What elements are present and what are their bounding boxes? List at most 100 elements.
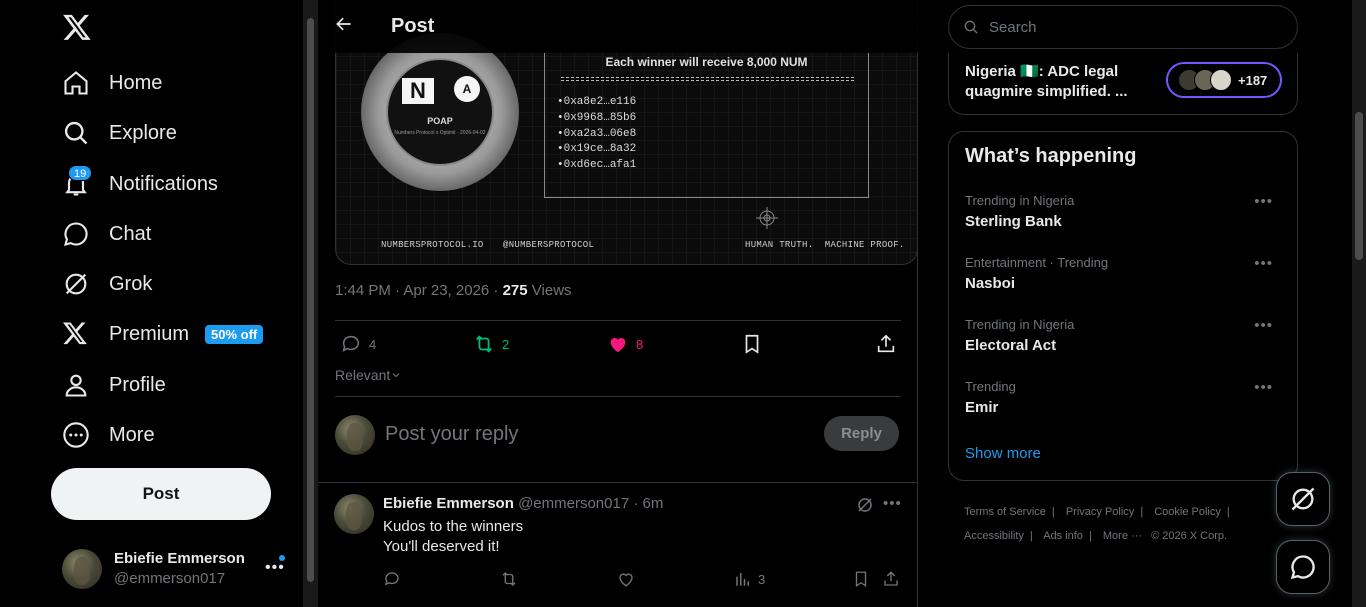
scrollbar[interactable] bbox=[303, 0, 318, 607]
home-icon bbox=[62, 69, 90, 97]
premium-promo-badge: 50% off bbox=[205, 324, 264, 344]
nav-premium[interactable]: Premium 50% off bbox=[62, 314, 264, 354]
reply-sort-dropdown[interactable]: Relevant bbox=[335, 367, 402, 383]
nav-home[interactable]: Home bbox=[62, 63, 162, 103]
list-item: 0xa8e2…e116 bbox=[557, 95, 637, 111]
crosshair-icon bbox=[756, 207, 778, 229]
repost-count: 2 bbox=[502, 336, 510, 352]
back-arrow-icon[interactable] bbox=[334, 14, 358, 38]
repost-action-button[interactable]: 2 bbox=[473, 333, 509, 355]
chat-icon bbox=[1290, 555, 1315, 580]
post-timestamp[interactable]: 1:44 PM · Apr 23, 2026 · bbox=[335, 282, 503, 299]
bookmark-icon bbox=[855, 571, 867, 588]
footer-accessibility-link[interactable]: Accessibility bbox=[964, 530, 1024, 542]
optimit-logo: A bbox=[454, 76, 480, 102]
share-action-button[interactable] bbox=[875, 333, 897, 355]
avatar[interactable] bbox=[334, 494, 374, 534]
reply-views-count: 3 bbox=[758, 571, 766, 587]
reply-count: 4 bbox=[369, 336, 377, 352]
account-switcher[interactable]: Ebiefie Emmerson @emmerson017 ••• bbox=[62, 547, 292, 591]
page-title: Post bbox=[391, 15, 435, 37]
reply-like-button[interactable] bbox=[617, 570, 635, 588]
share-icon bbox=[877, 334, 895, 353]
show-more-link[interactable]: Show more bbox=[965, 445, 1041, 462]
more-icon[interactable]: ••• bbox=[1254, 317, 1273, 334]
nav-notifications-label: Notifications bbox=[109, 172, 218, 195]
reply-views-button[interactable]: 3 bbox=[734, 570, 765, 588]
footer-cookie-link[interactable]: Cookie Policy bbox=[1154, 506, 1221, 518]
divider bbox=[561, 77, 854, 81]
nav-more-label: More bbox=[109, 423, 155, 446]
search-icon bbox=[964, 20, 978, 34]
live-space-card[interactable]: Nigeria 🇳🇬: ADC legal quagmire simplifie… bbox=[948, 53, 1298, 115]
footer-more-link[interactable]: More ··· bbox=[1103, 530, 1142, 542]
reply-author-handle-time[interactable]: @emmerson017 · 6m bbox=[518, 495, 663, 512]
nav-grok[interactable]: Grok bbox=[62, 264, 152, 304]
reply-tweet[interactable]: Ebiefie Emmerson @emmerson017 · 6m ••• K… bbox=[318, 482, 918, 607]
main-column: N A POAP Numbers Protocol x Optimit · 20… bbox=[318, 0, 918, 607]
scrollbar-thumb[interactable] bbox=[1355, 112, 1363, 260]
reply-action-button[interactable]: 4 bbox=[340, 333, 376, 355]
more-icon[interactable]: ••• bbox=[1254, 193, 1273, 210]
trend-item[interactable]: Trending in Nigeria Electoral Act ••• bbox=[965, 317, 1283, 367]
reply-icon bbox=[342, 335, 360, 352]
more-icon[interactable]: ••• bbox=[1254, 379, 1273, 396]
footer-terms-link[interactable]: Terms of Service bbox=[964, 506, 1046, 518]
person-icon bbox=[62, 371, 90, 399]
reply-text-line: Kudos to the winners bbox=[383, 518, 524, 535]
reply-button[interactable]: Reply bbox=[824, 416, 899, 451]
poap-badge: N A POAP Numbers Protocol x Optimit · 20… bbox=[361, 33, 519, 191]
post-button[interactable]: Post bbox=[51, 468, 271, 520]
search-box[interactable] bbox=[948, 5, 1298, 49]
scrollbar-thumb[interactable] bbox=[307, 18, 314, 582]
trend-item[interactable]: Trending Emir ••• bbox=[965, 379, 1283, 429]
trend-name: Sterling Bank bbox=[965, 213, 1062, 230]
reply-author-name[interactable]: Ebiefie Emmerson bbox=[383, 495, 514, 512]
reply-text-line: You'll deserved it! bbox=[383, 538, 500, 555]
nav-chat[interactable]: Chat bbox=[62, 214, 151, 254]
scrollbar[interactable] bbox=[1352, 0, 1366, 607]
trend-context: Trending bbox=[965, 379, 1016, 394]
like-action-button[interactable]: 8 bbox=[607, 333, 643, 355]
trends-title: What’s happening bbox=[965, 145, 1137, 167]
more-icon[interactable]: ••• bbox=[883, 495, 902, 512]
footer-copyright: © 2026 X Corp. bbox=[1151, 530, 1228, 542]
footer-privacy-link[interactable]: Privacy Policy bbox=[1066, 506, 1134, 518]
trend-item[interactable]: Entertainment · Trending Nasboi ••• bbox=[965, 255, 1283, 305]
nav-explore[interactable]: Explore bbox=[62, 113, 177, 153]
trend-context: Entertainment · Trending bbox=[965, 255, 1109, 270]
share-icon bbox=[884, 571, 898, 586]
space-listeners-pill[interactable]: +187 bbox=[1166, 62, 1282, 98]
trend-name: Electoral Act bbox=[965, 337, 1057, 354]
grok-icon[interactable] bbox=[856, 496, 874, 514]
chat-fab-button[interactable] bbox=[1276, 540, 1330, 594]
reply-share-button[interactable] bbox=[882, 570, 900, 588]
grok-fab-button[interactable] bbox=[1276, 472, 1330, 526]
more-icon[interactable]: ••• bbox=[1254, 255, 1273, 272]
reply-repost-button[interactable] bbox=[500, 570, 518, 588]
nav-profile[interactable]: Profile bbox=[62, 365, 166, 405]
x-logo-icon[interactable] bbox=[62, 12, 92, 42]
search-input[interactable] bbox=[989, 18, 1289, 36]
trend-name: Emir bbox=[965, 399, 999, 416]
views-label: Views bbox=[527, 282, 572, 299]
nav-profile-label: Profile bbox=[109, 373, 166, 396]
avatar[interactable] bbox=[335, 415, 375, 455]
trend-name: Nasboi bbox=[965, 275, 1016, 292]
trend-item[interactable]: Trending in Nigeria Sterling Bank ••• bbox=[965, 193, 1283, 243]
reply-icon bbox=[384, 572, 399, 586]
grok-icon bbox=[1291, 487, 1315, 511]
nav-more[interactable]: More bbox=[62, 415, 155, 455]
search-icon bbox=[62, 119, 90, 147]
reply-reply-button[interactable] bbox=[383, 570, 401, 588]
nav-premium-label: Premium bbox=[109, 322, 190, 345]
bookmark-action-button[interactable] bbox=[741, 333, 763, 355]
space-listener-count: +187 bbox=[1238, 72, 1268, 88]
x-icon bbox=[62, 320, 90, 348]
footer-ads-link[interactable]: Ads info bbox=[1043, 530, 1083, 542]
heart-filled-icon bbox=[610, 338, 626, 353]
footer-links: Terms of Service | Privacy Policy | Cookie… bbox=[964, 506, 1230, 542]
reply-input[interactable] bbox=[385, 420, 805, 448]
reply-bookmark-button[interactable] bbox=[852, 570, 870, 588]
space-title[interactable]: Nigeria 🇳🇬: ADC legal quagmire simplifie… bbox=[965, 62, 1145, 102]
